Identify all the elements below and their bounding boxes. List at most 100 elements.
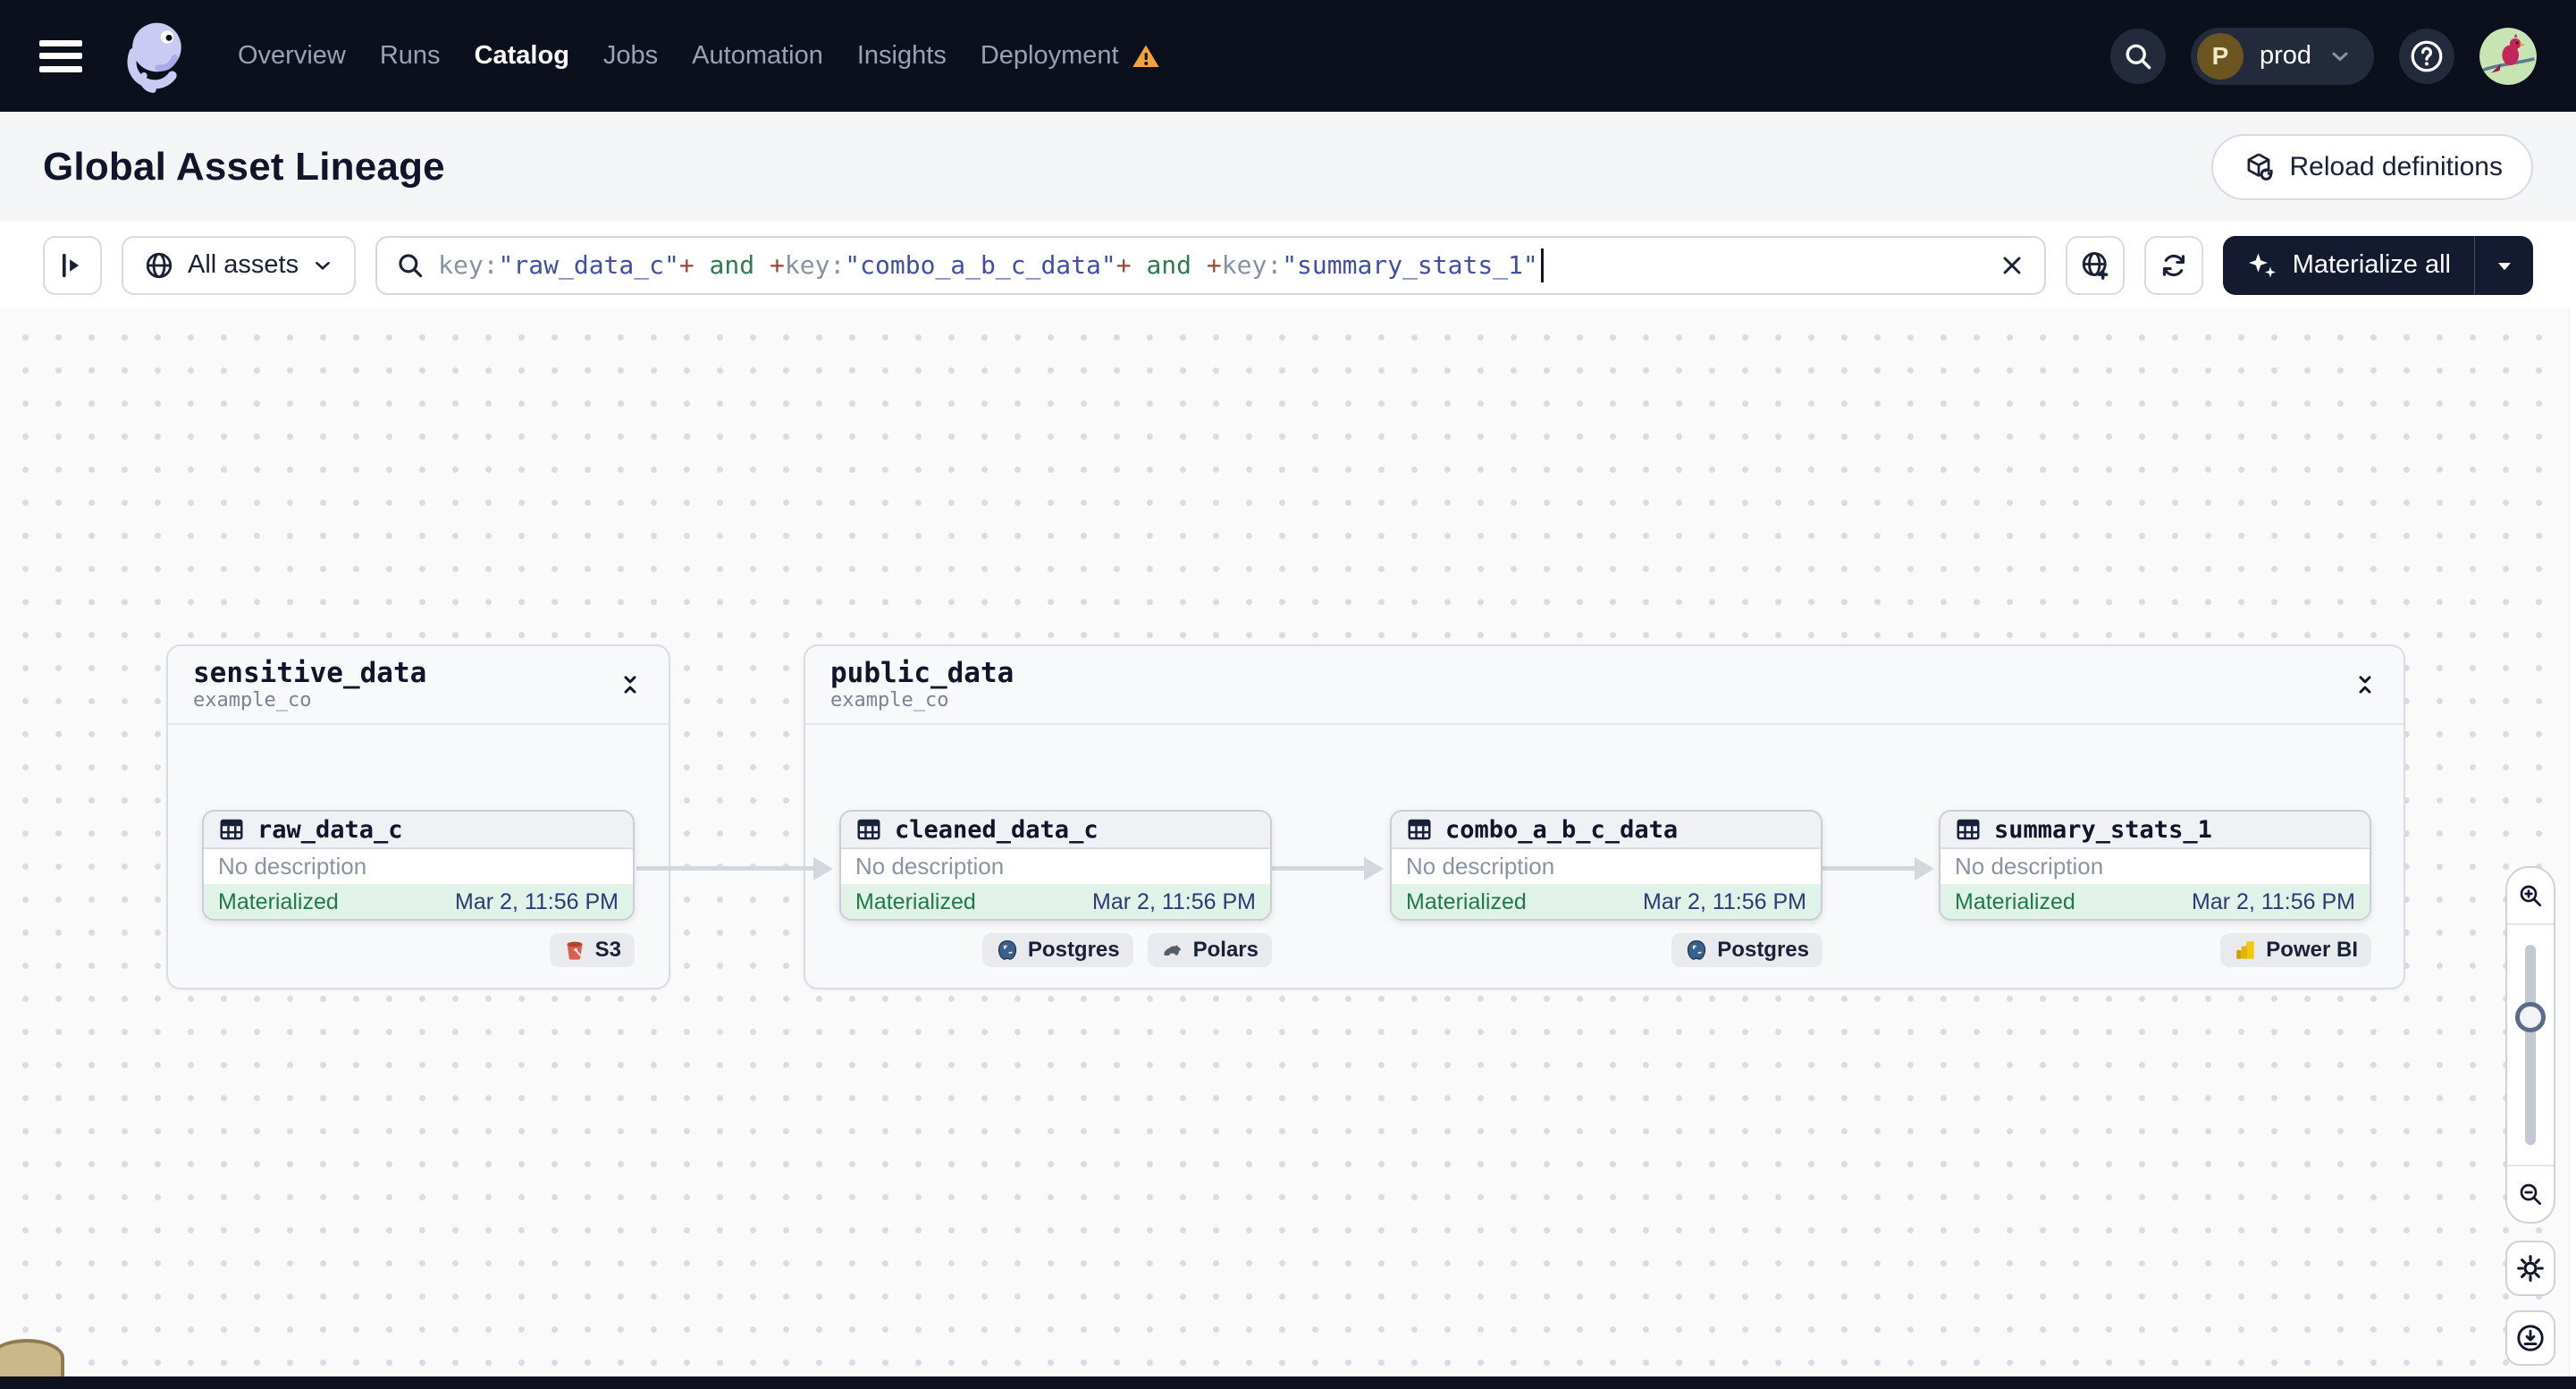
node-tags: S3 [202,933,635,967]
table-icon [218,816,245,843]
node-status-row: Materialized Mar 2, 11:56 PM [1940,884,2370,919]
nav-item-insights[interactable]: Insights [857,41,947,71]
gear-icon [2515,1253,2546,1284]
node-description: No description [218,853,367,880]
group-location: example_co [830,689,949,712]
status-badge: Materialized [1955,889,2075,914]
warning-icon [1132,42,1160,71]
sparkles-icon [2246,249,2278,282]
query-text: key: "raw_data_c" + and + key: "combo_a_b_c_… [438,248,1544,282]
chevron-down-icon [2328,44,2353,69]
refresh-icon [2158,249,2190,282]
bottom-edge-bar [0,1376,2576,1389]
polars-icon [1161,939,1184,962]
edge-raw-to-cleaned [636,866,815,871]
zoom-slider[interactable] [2507,925,2554,1165]
user-avatar[interactable] [2479,27,2537,85]
graph-settings-button[interactable] [2505,1241,2555,1296]
nav-item-overview[interactable]: Overview [238,41,346,71]
reload-definitions-button[interactable]: Reload definitions [2210,133,2533,200]
status-timestamp: Mar 2, 11:56 PM [1092,889,1256,914]
nav-item-runs[interactable]: Runs [380,41,441,71]
edge-combo-to-summary [1823,866,1916,871]
node-status-row: Materialized Mar 2, 11:56 PM [204,884,633,919]
globe-icon [143,249,175,282]
group-header: sensitive_data example_co [168,646,669,725]
status-badge: Materialized [218,889,339,914]
open-asset-panel-button[interactable] [43,235,102,295]
collapse-group-icon[interactable] [2352,671,2378,698]
table-icon [1406,816,1433,843]
collapse-group-icon[interactable] [617,671,644,698]
asset-node-combo-a-b-c-data[interactable]: combo_a_b_c_data No description Material… [1390,810,1823,921]
asset-node-summary-stats-1[interactable]: summary_stats_1 No description Materiali… [1939,810,2371,921]
group-title: public_data [830,656,1014,689]
search-button[interactable] [2109,28,2166,84]
chevron-down-icon [311,254,334,277]
materialize-options-caret[interactable] [2474,235,2533,295]
group-title: sensitive_data [193,656,427,689]
tag-postgres[interactable]: Postgres [981,933,1133,967]
status-timestamp: Mar 2, 11:56 PM [2192,889,2355,914]
status-badge: Materialized [855,889,976,914]
tag-postgres[interactable]: Postgres [1671,933,1823,967]
download-icon [2514,1322,2547,1354]
node-description: No description [855,853,1005,880]
nav-item-automation[interactable]: Automation [692,41,823,71]
zoom-out-button[interactable] [2507,1165,2554,1222]
view-global-graph-button[interactable] [2065,235,2125,295]
node-tags: Power BI [1939,933,2371,967]
status-timestamp: Mar 2, 11:56 PM [455,889,619,914]
help-icon [2407,37,2446,76]
asset-scope-dropdown[interactable]: All assets [122,235,357,295]
edge-cleaned-to-combo [1272,866,1366,871]
asset-node-cleaned-data-c[interactable]: cleaned_data_c No description Materializ… [839,810,1272,921]
top-navbar: Overview Runs Catalog Jobs Automation In… [0,0,2576,112]
status-badge: Materialized [1406,889,1527,914]
search-icon [2122,40,2154,72]
panel-expand-icon [57,250,88,281]
dagster-logo-icon[interactable] [114,10,197,103]
s3-icon [563,939,586,962]
clear-query-icon[interactable] [1998,251,2026,280]
reload-cube-icon [2242,150,2276,184]
zoom-slider-handle[interactable] [2515,1002,2546,1032]
materialize-all-button[interactable]: Materialize all [2223,236,2474,295]
nav-item-catalog[interactable]: Catalog [475,41,569,71]
node-status-row: Materialized Mar 2, 11:56 PM [841,884,1270,919]
zoom-in-button[interactable] [2507,868,2554,925]
globe-plus-icon [2079,249,2111,282]
nav-item-jobs[interactable]: Jobs [603,41,658,71]
tag-power-bi[interactable]: Power BI [2220,933,2371,967]
zoom-in-icon [2516,881,2545,910]
node-description: No description [1406,853,1555,880]
postgres-icon [1685,939,1708,962]
lineage-toolbar: All assets key: "raw_data_c" + and + key: "c… [0,222,2576,308]
page-header: Global Asset Lineage Reload definitions [0,112,2576,222]
page-title: Global Asset Lineage [43,144,445,189]
status-timestamp: Mar 2, 11:56 PM [1643,889,1806,914]
zoom-controls [2505,866,2555,1224]
refresh-button[interactable] [2143,235,2203,295]
download-graph-button[interactable] [2505,1310,2555,1366]
powerbi-icon [2234,939,2257,962]
lineage-query-input[interactable]: key: "raw_data_c" + and + key: "combo_a_b_c_… [375,235,2046,295]
nav-item-deployment[interactable]: Deployment [981,41,1160,71]
scrollbar-track[interactable] [2569,308,2576,1376]
node-tags: Postgres [1390,933,1823,967]
search-icon [395,250,425,281]
zoom-slider-track[interactable] [2525,945,2536,1145]
asset-node-raw-data-c[interactable]: raw_data_c No description Materialized M… [202,810,635,921]
node-status-row: Materialized Mar 2, 11:56 PM [1392,884,1821,919]
table-icon [1955,816,1982,843]
navbar-right: P prod [2109,27,2537,85]
asset-lineage-canvas[interactable]: sensitive_data example_co public_data ex… [0,308,2576,1389]
postgres-icon [996,939,1019,962]
environment-switcher[interactable]: P prod [2190,27,2374,85]
materialize-all-split-button: Materialize all [2222,235,2533,295]
tag-s3[interactable]: S3 [549,933,635,967]
menu-icon[interactable] [39,39,82,72]
help-button[interactable] [2399,28,2454,84]
group-header: public_data example_co [805,646,2403,725]
tag-polars[interactable]: Polars [1147,933,1272,967]
